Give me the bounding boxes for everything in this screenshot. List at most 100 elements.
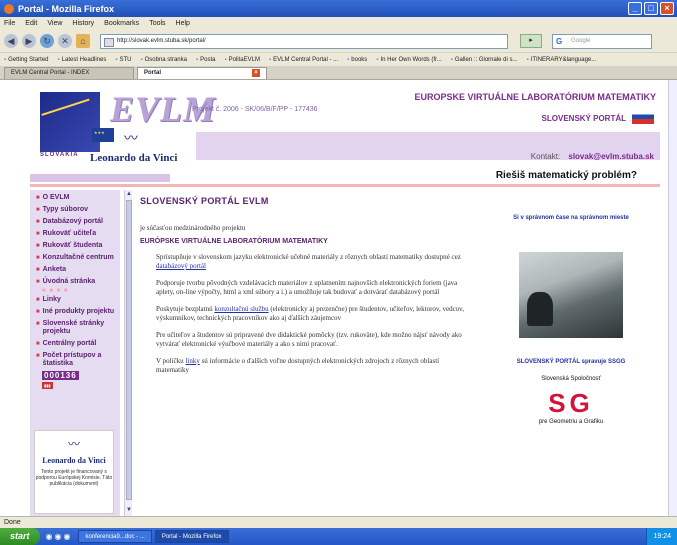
bookmark-item[interactable]: Osobna stranka [140,57,187,63]
consultation-link[interactable]: konzultačnú službu [214,305,268,313]
reload-icon[interactable]: ↻ [40,34,54,48]
visit-counter: 000136 [42,371,79,380]
intro-text: je súčasťou medzinárodného projektu [140,224,246,232]
tab-portal[interactable]: Portal × [137,67,267,79]
sidebar-item-rukovat-ucitela[interactable]: ■ Rukoväť učiteľa [30,228,120,240]
back-icon[interactable]: ◀ [4,34,18,48]
society-name: Slovenská Spoločnosť [541,376,601,382]
home-icon[interactable]: ⌂ [76,34,90,48]
bookmark-item[interactable]: Getting Started [4,57,48,63]
scroll-up-icon[interactable]: ▲ [126,191,132,199]
bullet-icon: ■ [36,353,40,359]
bookmark-item[interactable]: ITINERARY&language... [527,57,597,63]
taskbar: start ◉◉◉ konferencia9...doc - ... Porta… [0,528,677,545]
sidebar-item-uvodna-stranka[interactable]: ■ Úvodná stránka [30,276,120,288]
links-link[interactable]: linky [185,357,199,365]
page-title: SLOVENSKÝ PORTÁL EVLM [140,196,269,206]
bullet-icon: ■ [36,279,40,285]
tab-strip: EVLM Central Portal - INDEX Portal × [0,66,677,80]
scroll-down-icon[interactable]: ▼ [126,507,132,515]
sidebar-item-anketa[interactable]: ■ Anketa [30,264,120,276]
menu-file[interactable]: File [4,20,15,27]
url-bar[interactable]: http://slovak.evlm.stuba.sk/portal/ [100,33,508,49]
system-tray-clock: 19:24 [646,528,677,545]
ssgg-link[interactable]: SLOVENSKÝ PORTÁL spravuje SSGG [496,358,646,366]
main-content: SLOVENSKÝ PORTÁL EVLM je súčasťou medzin… [140,196,480,375]
sidebar-item-konzultacne-centrum[interactable]: ■ Konzultačné centrum [30,252,120,264]
bookmark-item[interactable]: Gallen :: Giornale di s... [451,57,518,63]
section-subtitle: EURÓPSKE VIRTUÁLNE LABORATÓRIUM MATEMATI… [140,238,328,245]
paragraph-3: Poskytuje bezplatnú konzultačnú službu (… [156,305,464,322]
maximize-button[interactable]: □ [644,2,658,15]
bookmark-item[interactable]: Latest Headlines [58,57,107,63]
bullet-icon: ■ [36,255,40,261]
site-title: EUROPSKE VIRTUÁLNE LABORATÓRIUM MATEMATI… [414,92,657,102]
menu-edit[interactable]: Edit [25,20,37,27]
scroll-thumb[interactable] [126,200,132,500]
bookmark-item[interactable]: PolitaEVLM [224,57,260,63]
menu-history[interactable]: History [72,20,94,27]
leonardo-logo [40,92,100,152]
search-input[interactable]: Google [552,33,652,49]
bullet-icon: ■ [36,231,40,237]
sidebar-item-centralny-portal[interactable]: ■ Centrálny portál [30,338,120,350]
sidebar-item-rukovat-studenta[interactable]: ■ Rukoväť študenta [30,240,120,252]
bullet-icon: ■ [36,309,40,315]
decor-band [30,174,170,182]
task-button[interactable]: Portal - Mozilla Firefox [154,530,229,543]
task-button[interactable]: konferencia9...doc - ... [78,530,152,543]
bookmark-item[interactable]: In Her Own Words (fr... [376,57,441,63]
start-button[interactable]: start [0,528,40,545]
promo-text: Si v správnom čase na správnom mieste [513,215,629,221]
contact-email[interactable]: slovak@evlm.stuba.sk [568,152,654,161]
quick-launch-icons[interactable]: ◉◉◉ [46,532,73,541]
bullet-icon: ■ [36,219,40,225]
menu-view[interactable]: View [47,20,62,27]
bookmark-item[interactable]: Posta [196,57,215,63]
bullet-icon: ■ [36,321,40,327]
paragraph-2: Podporuje tvorbu pôvodných vzdelávacích … [156,279,458,296]
bookmark-item[interactable]: STU [115,57,131,63]
society-subtitle: pre Geometriu a Grafiku [538,419,604,425]
minimize-button[interactable]: _ [628,2,642,15]
bookmark-item[interactable]: books [347,57,367,63]
browser-scrollbar[interactable] [668,80,677,516]
sidebar-item-slovenske-stranky[interactable]: ■ Slovenské stránky projektu [30,318,120,338]
close-button[interactable]: × [660,2,674,15]
right-column: Si v správnom čase na správnom mieste SL… [496,198,646,425]
site-header: SLOVAKIA EVLM Projekt č. 2006 - SK/06/B/… [30,84,660,174]
window-title: Portal - Mozilla Firefox [18,3,115,14]
content-scrollbar[interactable]: ▲ ▼ [124,190,132,516]
sidebar-item-ine-produkty[interactable]: ■ Iné produkty projektu [30,306,120,318]
sidebar-item-statistika[interactable]: ■ Počet prístupov a štatistika [30,350,120,370]
window-controls: _ □ × [628,2,674,15]
paragraph-1: Sprístupňuje v slovenskom jazyku elektro… [156,253,461,270]
close-tab-icon[interactable]: × [252,69,260,77]
menu-help[interactable]: Help [176,20,190,27]
leonardo-box-title: Leonardo da Vinci [42,456,106,465]
sg-logo[interactable]: SG [496,388,646,419]
navigation-toolbar: ◀ ▶ ↻ ✕ ⌂ http://slovak.evlm.stuba.sk/po… [0,30,677,52]
sidebar-item-linky[interactable]: ■ Linky [30,294,120,306]
bullet-icon: ■ [36,341,40,347]
contact: Kontakt: slovak@evlm.stuba.sk [531,152,654,161]
bookmark-item[interactable]: EVLM Central Portal - ... [269,57,338,63]
sidebar-item-typy-suborov[interactable]: ■ Typy súborov [30,204,120,216]
counter-badge[interactable]: ▮▮▮ [42,382,53,389]
sidebar-item-databazovy-portal[interactable]: ■ Databázový portál [30,216,120,228]
stop-icon[interactable]: ✕ [58,34,72,48]
eu-flag-icon [92,128,114,142]
slovak-flag-icon [632,110,654,124]
menu-tools[interactable]: Tools [149,20,165,27]
bullet-icon: ■ [36,207,40,213]
portal-title: SLOVENSKÝ PORTÁL [541,114,626,123]
menu-bar: File Edit View History Bookmarks Tools H… [0,17,677,30]
tab-evlm-central[interactable]: EVLM Central Portal - INDEX [4,67,134,79]
database-portal-link[interactable]: databázový portál [156,262,206,270]
go-button[interactable]: ▸ [520,34,542,48]
contact-label: Kontakt: [530,152,561,161]
bullet-icon: ■ [36,267,40,273]
forward-icon[interactable]: ▶ [22,34,36,48]
menu-bookmarks[interactable]: Bookmarks [104,20,139,27]
sidebar-item-o-evlm[interactable]: ■ O EVLM [30,192,120,204]
